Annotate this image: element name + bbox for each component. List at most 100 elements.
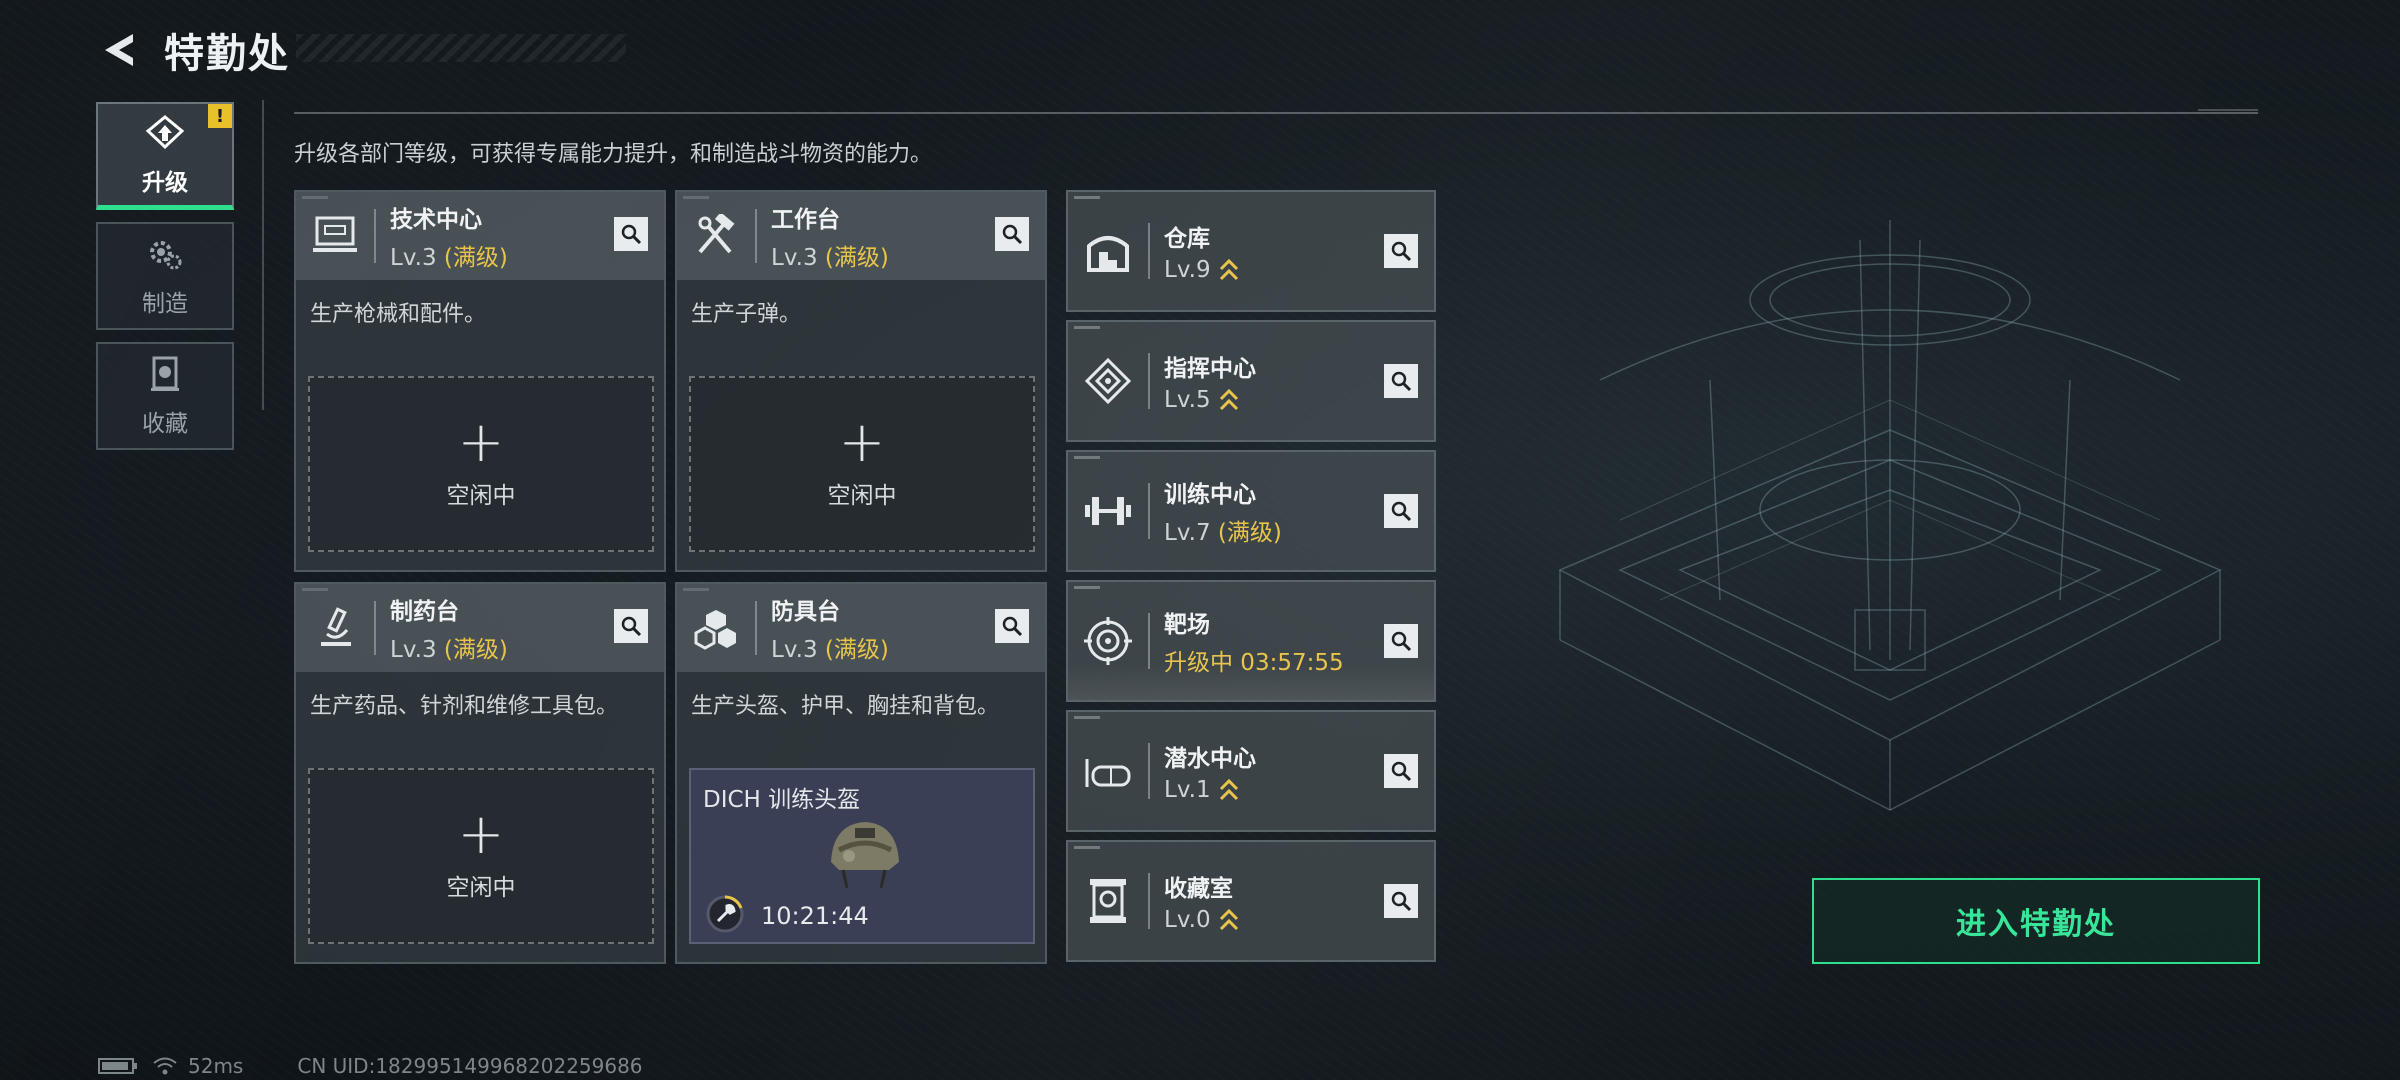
crafting-item-name: DICH 训练头盔 xyxy=(703,787,861,813)
facility-row-shooting-range[interactable]: 靶场 升级中 03:57:55 xyxy=(1066,580,1436,702)
divider xyxy=(262,100,264,410)
section-description: 升级各部门等级，可获得专属能力提升，和制造战斗物资的能力。 xyxy=(294,142,933,167)
ping-value: 52ms xyxy=(188,1054,244,1078)
plus-icon: + xyxy=(457,802,505,867)
card-tag xyxy=(1074,326,1100,329)
magnifier-icon xyxy=(1391,501,1412,522)
magnifier-icon xyxy=(1391,241,1412,262)
dumbbell-icon xyxy=(1068,491,1148,531)
base-hologram-illustration xyxy=(1558,220,2222,811)
divider xyxy=(755,601,757,655)
enter-special-ops-button[interactable]: 进入特勤处 xyxy=(1812,878,2260,964)
inspect-button[interactable] xyxy=(614,609,648,643)
facility-row-training-center[interactable]: 训练中心 Lv.7 (满级) xyxy=(1066,450,1436,572)
gear-icon xyxy=(150,241,182,270)
slot-status: 空闲中 xyxy=(827,483,897,509)
magnifier-icon xyxy=(1391,631,1412,652)
magnifier-icon xyxy=(1391,761,1412,782)
facility-title: 工作台 xyxy=(771,207,840,233)
inspect-button[interactable] xyxy=(1384,624,1418,658)
facility-level: Lv.3 (满级) xyxy=(390,637,508,663)
computer-icon xyxy=(296,214,374,258)
double-chevron-up-icon xyxy=(1219,779,1238,801)
facility-title: 靶场 xyxy=(1164,612,1210,638)
inspect-button[interactable] xyxy=(1384,234,1418,268)
inspect-button[interactable] xyxy=(614,217,648,251)
facility-title: 技术中心 xyxy=(390,207,482,233)
wifi-icon xyxy=(153,1057,177,1075)
facility-level: Lv.1 xyxy=(1164,777,1256,804)
collection-case-icon xyxy=(151,356,179,391)
inspect-button[interactable] xyxy=(1384,364,1418,398)
divider xyxy=(374,209,376,263)
magnifier-icon xyxy=(1002,616,1023,637)
facility-level: Lv.3 (满级) xyxy=(771,245,889,271)
display-case-icon xyxy=(1068,877,1148,925)
card-header: 技术中心 Lv.3 (满级) xyxy=(296,192,664,280)
facility-description: 生产头盔、护甲、胸挂和背包。 xyxy=(691,694,1000,719)
page-header: 特勤处 xyxy=(96,22,626,78)
wrench-progress-icon xyxy=(706,895,744,933)
inspect-button[interactable] xyxy=(1384,754,1418,788)
top-divider xyxy=(294,109,2258,114)
divider xyxy=(755,209,757,263)
divider xyxy=(1148,613,1150,669)
diving-mask-icon xyxy=(1068,751,1148,791)
facility-row-collection-room[interactable]: 收藏室 Lv.0 xyxy=(1066,840,1436,962)
facility-title: 制药台 xyxy=(390,599,459,625)
slot-status: 空闲中 xyxy=(446,875,516,901)
magnifier-icon xyxy=(1391,891,1412,912)
card-header: 工作台 Lv.3 (满级) xyxy=(677,192,1045,280)
double-chevron-up-icon xyxy=(1219,909,1238,931)
card-tag xyxy=(1074,586,1100,589)
facility-card-pharmacy: 制药台 Lv.3 (满级) 生产药品、针剂和维修工具包。 + 空闲中 xyxy=(294,582,666,964)
facility-title: 收藏室 xyxy=(1164,875,1233,902)
crafting-timer: 10:21:44 xyxy=(761,902,869,930)
plus-icon: + xyxy=(457,410,505,475)
facility-description: 生产药品、针剂和维修工具包。 xyxy=(310,694,619,719)
inspect-button[interactable] xyxy=(1384,494,1418,528)
tab-collection-label: 收藏 xyxy=(142,411,188,437)
warehouse-icon xyxy=(1068,230,1148,272)
facility-title: 仓库 xyxy=(1164,225,1210,252)
divider xyxy=(1148,743,1150,799)
divider xyxy=(374,601,376,655)
facility-level: Lv.7 (满级) xyxy=(1164,520,1282,546)
inspect-button[interactable] xyxy=(995,609,1029,643)
production-slot-empty[interactable]: + 空闲中 xyxy=(308,768,654,944)
divider xyxy=(1148,353,1150,409)
tab-upgrade[interactable]: ! 升级 xyxy=(96,102,234,210)
chevron-left-icon xyxy=(105,34,133,66)
slot-status: 空闲中 xyxy=(446,483,516,509)
tab-collection[interactable]: 收藏 xyxy=(96,342,234,450)
command-emblem-icon xyxy=(1068,358,1148,404)
production-slot-active[interactable]: DICH 训练头盔 10:21:44 xyxy=(689,768,1035,944)
tools-icon xyxy=(677,214,755,258)
facility-level: Lv.3 (满级) xyxy=(771,637,889,663)
double-chevron-up-icon xyxy=(1219,389,1238,411)
back-button[interactable] xyxy=(96,27,142,73)
production-slot-empty[interactable]: + 空闲中 xyxy=(308,376,654,552)
facility-card-armor-bench: 防具台 Lv.3 (满级) 生产头盔、护甲、胸挂和背包。 DICH 训练头盔 1… xyxy=(675,582,1047,964)
card-tag xyxy=(1074,196,1100,199)
facility-level: Lv.9 xyxy=(1164,257,1239,284)
card-header: 制药台 Lv.3 (满级) xyxy=(296,584,664,672)
facility-row-diving-center[interactable]: 潜水中心 Lv.1 xyxy=(1066,710,1436,832)
inspect-button[interactable] xyxy=(995,217,1029,251)
facility-card-tech-center: 技术中心 Lv.3 (满级) 生产枪械和配件。 + 空闲中 xyxy=(294,190,666,572)
facility-title: 训练中心 xyxy=(1164,482,1256,508)
tab-upgrade-label: 升级 xyxy=(142,169,188,196)
tab-craft[interactable]: 制造 xyxy=(96,222,234,330)
facility-card-workbench: 工作台 Lv.3 (满级) 生产子弹。 + 空闲中 xyxy=(675,190,1047,572)
facility-row-command-center[interactable]: 指挥中心 Lv.5 xyxy=(1066,320,1436,442)
card-tag xyxy=(1074,716,1100,719)
inspect-button[interactable] xyxy=(1384,884,1418,918)
facility-description: 生产枪械和配件。 xyxy=(310,302,487,327)
facility-row-warehouse[interactable]: 仓库 Lv.9 xyxy=(1066,190,1436,312)
side-tabs: ! 升级 制造 收藏 xyxy=(96,102,234,462)
production-slot-empty[interactable]: + 空闲中 xyxy=(689,376,1035,552)
facility-level: Lv.5 xyxy=(1164,387,1256,414)
facility-title: 防具台 xyxy=(771,599,840,625)
card-header: 防具台 Lv.3 (满级) xyxy=(677,584,1045,672)
magnifier-icon xyxy=(1002,224,1023,245)
